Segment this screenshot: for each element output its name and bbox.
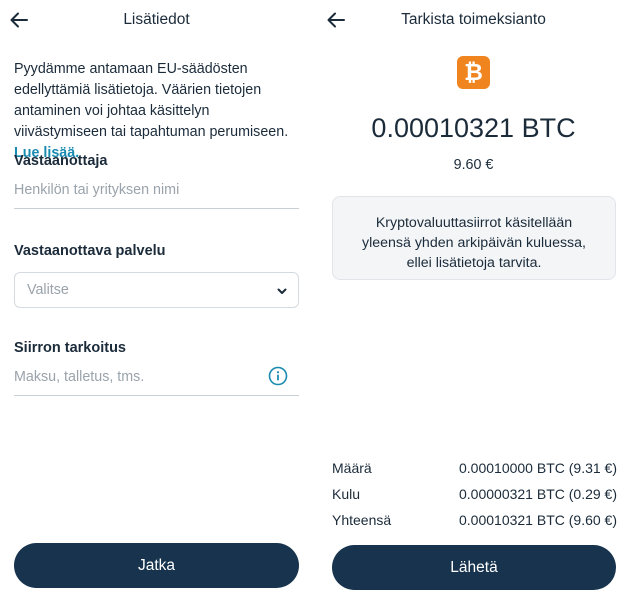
page-title: Tarkista toimeksianto bbox=[401, 11, 546, 28]
page-title: Lisätiedot bbox=[123, 11, 190, 28]
intro-body: Pyydämme antamaan EU-säädösten edellyttä… bbox=[14, 61, 289, 140]
purpose-input[interactable] bbox=[14, 364, 299, 396]
summary-row-fee: Kulu 0.00000321 BTC (0.29 €) bbox=[332, 486, 617, 506]
summary-row-total: Yhteensä 0.00010321 BTC (9.60 €) bbox=[332, 512, 617, 532]
bitcoin-icon: ₿ bbox=[457, 56, 490, 89]
summary-label: Kulu bbox=[332, 486, 361, 502]
summary-label: Yhteensä bbox=[332, 512, 392, 528]
summary-value: 0.00010321 BTC (9.60 €) bbox=[459, 512, 617, 528]
info-icon[interactable] bbox=[268, 366, 288, 386]
service-label: Vastaanottava palvelu bbox=[14, 243, 166, 259]
summary-value: 0.00010000 BTC (9.31 €) bbox=[459, 460, 617, 476]
summary-label: Määrä bbox=[332, 460, 372, 476]
summary-row-amount: Määrä 0.00010000 BTC (9.31 €) bbox=[332, 460, 617, 480]
recipient-input[interactable] bbox=[14, 177, 299, 209]
header: Tarkista toimeksianto bbox=[317, 0, 630, 40]
fiat-amount: 9.60 € bbox=[453, 157, 494, 173]
processing-notice: Kryptovaluuttasiirrot käsitellään yleens… bbox=[332, 196, 616, 280]
summary-value: 0.00000321 BTC (0.29 €) bbox=[459, 486, 617, 502]
purpose-label: Siirron tarkoitus bbox=[14, 340, 126, 356]
chevron-down-icon bbox=[277, 288, 287, 294]
review-order-screen: Tarkista toimeksianto ₿ 0.00010321 BTC 9… bbox=[317, 0, 630, 596]
bitcoin-glyph: ₿ bbox=[464, 59, 483, 85]
crypto-amount: 0.00010321 BTC bbox=[371, 113, 576, 143]
intro-text: Pyydämme antamaan EU-säädösten edellyttä… bbox=[14, 59, 304, 164]
send-button[interactable]: Lähetä bbox=[332, 545, 616, 590]
header: Lisätiedot bbox=[0, 0, 313, 40]
service-select[interactable]: Valitse bbox=[14, 272, 299, 308]
continue-button[interactable]: Jatka bbox=[14, 543, 299, 588]
recipient-label: Vastaanottaja bbox=[14, 153, 108, 169]
service-select-value: Valitse bbox=[27, 282, 69, 298]
additional-info-screen: Lisätiedot Pyydämme antamaan EU-säädöste… bbox=[0, 0, 313, 596]
